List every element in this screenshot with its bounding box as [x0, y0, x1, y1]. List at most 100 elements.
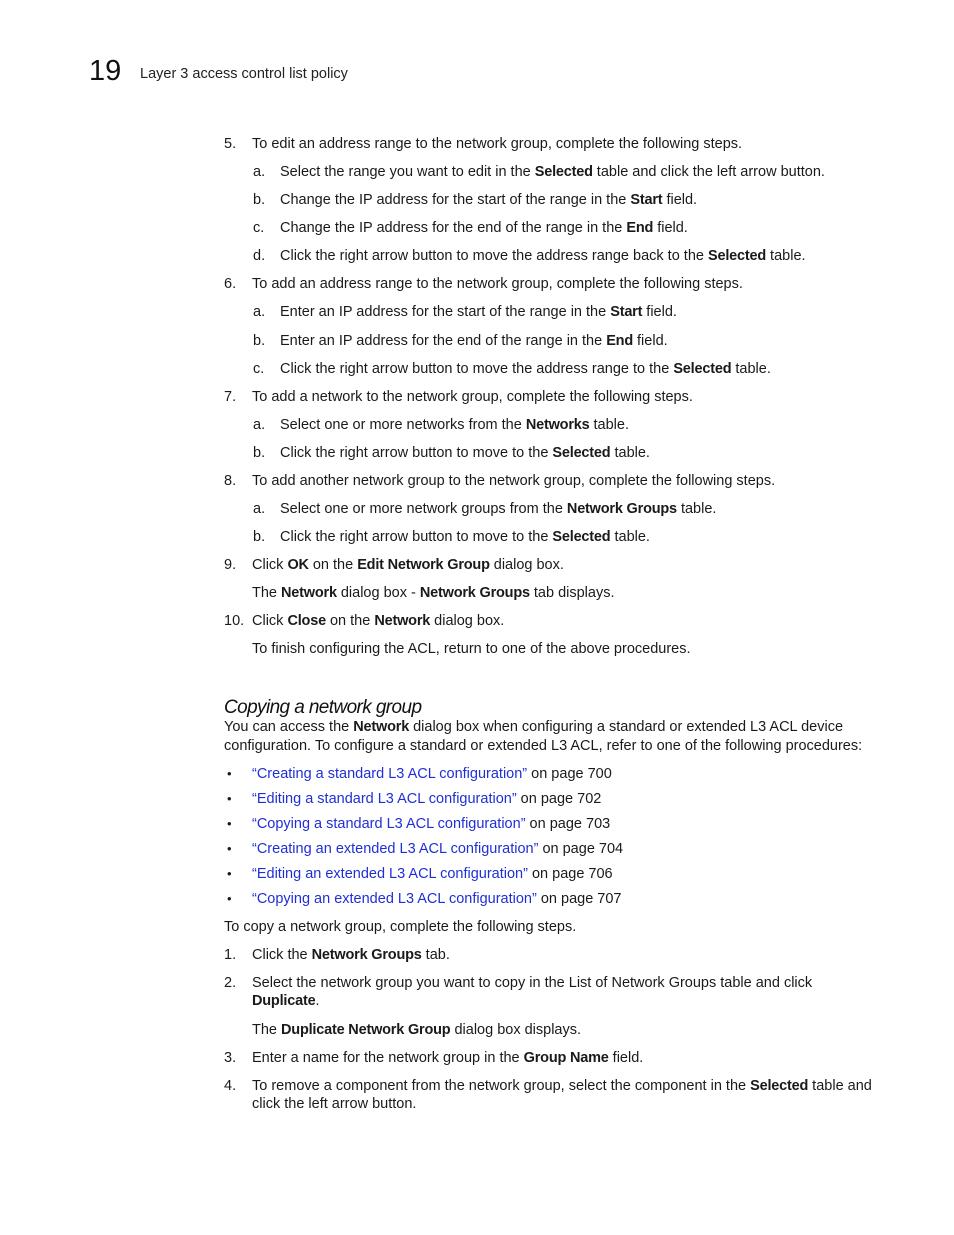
substep-letter: a.: [253, 304, 266, 320]
step-number: 7.: [224, 389, 237, 405]
cross-reference-link[interactable]: “Creating a standard L3 ACL configuratio…: [252, 766, 527, 782]
text-run: Enter a name for the network group in th…: [252, 1050, 524, 1066]
ui-term: Selected: [750, 1078, 809, 1094]
step-text: The Duplicate Network Group dialog box d…: [252, 1021, 581, 1039]
step-text: To add another network group to the netw…: [252, 472, 775, 490]
text-run: field.: [608, 1050, 644, 1066]
text-run: tab displays.: [529, 585, 615, 601]
bullet-icon: •: [227, 866, 232, 881]
text-run: field.: [633, 333, 668, 349]
text-run: on the: [325, 613, 375, 629]
cross-reference-link[interactable]: “Copying an extended L3 ACL configuratio…: [252, 891, 537, 907]
text-run: dialog box displays.: [450, 1022, 582, 1038]
ui-term: Close: [287, 613, 326, 629]
page-reference: on page 707: [536, 891, 622, 907]
step-text: Enter an IP address for the end of the r…: [280, 332, 668, 350]
intro-paragraph: You can access the Network dialog box wh…: [224, 718, 874, 756]
step-text: Click the right arrow button to move to …: [280, 528, 650, 546]
lead-paragraph: To copy a network group, complete the fo…: [224, 919, 577, 935]
substep-letter: c.: [253, 361, 265, 377]
step-number: 9.: [224, 557, 237, 573]
text-run: field.: [642, 304, 677, 320]
bullet-icon: •: [227, 791, 232, 806]
text-run: Enter an IP address for the end of the r…: [280, 333, 607, 349]
ui-term: Network: [281, 585, 337, 601]
step-text: Click Close on the Network dialog box.: [252, 612, 504, 630]
text-run: tab.: [421, 947, 450, 963]
step-number: 2.: [224, 975, 237, 991]
ui-term: Edit Network Group: [357, 557, 490, 573]
text-run: field.: [662, 192, 698, 208]
step-number: 10.: [224, 613, 245, 629]
substep-letter: b.: [253, 333, 266, 349]
step-text: Select one or more network groups from t…: [280, 500, 716, 518]
ui-term: Start: [610, 304, 643, 320]
page-reference: on page 706: [527, 866, 613, 882]
step-text: Click the right arrow button to move the…: [280, 247, 806, 265]
ui-term: Duplicate: [252, 993, 316, 1009]
list-item-text: “Editing an extended L3 ACL configuratio…: [252, 865, 613, 883]
text-run: Click the: [252, 947, 312, 963]
cross-reference-link[interactable]: “Editing a standard L3 ACL configuration…: [252, 791, 517, 807]
substep-letter: a.: [253, 164, 266, 180]
step-text: Click the Network Groups tab.: [252, 946, 450, 964]
text-run: table.: [676, 501, 717, 517]
page-reference: on page 702: [516, 791, 602, 807]
page-reference: on page 700: [527, 766, 612, 782]
step-text: Change the IP address for the start of t…: [280, 191, 697, 209]
text-run: table.: [766, 248, 806, 264]
cross-reference-link[interactable]: “Editing an extended L3 ACL configuratio…: [252, 866, 528, 882]
ui-term: Group Name: [523, 1050, 609, 1066]
text-run: field.: [653, 220, 688, 236]
ui-term: OK: [287, 557, 309, 573]
step-text: Enter a name for the network group in th…: [252, 1049, 643, 1067]
text-run: The: [252, 1022, 282, 1038]
text-run: To add another network group to the netw…: [252, 473, 776, 489]
text-run: Click the right arrow button to move to …: [280, 529, 553, 545]
ui-term: Network: [353, 719, 410, 735]
text-run: Select the range you want to edit in the: [280, 164, 535, 180]
substep-letter: b.: [253, 445, 266, 461]
step-number: 8.: [224, 473, 237, 489]
text-run: Enter an IP address for the start of the…: [280, 304, 611, 320]
text-run: table.: [731, 361, 771, 377]
ui-term: Networks: [525, 417, 590, 433]
text-run: dialog box.: [489, 557, 564, 573]
ui-term: Selected: [552, 445, 611, 461]
text-run: Select one or more network groups from t…: [280, 501, 567, 517]
cross-reference-link[interactable]: “Copying a standard L3 ACL configuration…: [252, 816, 526, 832]
ui-term: End: [626, 220, 654, 236]
ui-term: Start: [630, 192, 663, 208]
substep-letter: c.: [253, 220, 265, 236]
substep-letter: a.: [253, 501, 266, 517]
step-text: Enter an IP address for the start of the…: [280, 303, 677, 321]
substep-letter: b.: [253, 192, 266, 208]
text-run: dialog box -: [336, 585, 420, 601]
text-run: table.: [610, 445, 650, 461]
step-text: Click OK on the Edit Network Group dialo…: [252, 556, 564, 574]
step-text: To edit an address range to the network …: [252, 135, 742, 153]
ui-term: Network: [374, 613, 431, 629]
step-text: The Network dialog box - Network Groups …: [252, 584, 615, 602]
step-number: 3.: [224, 1050, 237, 1066]
text-run: Click: [252, 557, 288, 573]
list-item-text: “Copying a standard L3 ACL configuration…: [252, 815, 610, 833]
list-item-text: “Creating an extended L3 ACL configurati…: [252, 840, 623, 858]
ui-term: Selected: [707, 248, 767, 264]
step-text: To add a network to the network group, c…: [252, 388, 693, 406]
text-run: To add an address range to the network g…: [252, 276, 743, 292]
ui-term: Network Groups: [419, 585, 530, 601]
step-text: Change the IP address for the end of the…: [280, 219, 688, 237]
ui-term: Selected: [552, 529, 611, 545]
cross-reference-link[interactable]: “Creating an extended L3 ACL configurati…: [252, 841, 538, 857]
text-run: table.: [589, 417, 629, 433]
ui-term: Network Groups: [311, 947, 422, 963]
text-run: The: [252, 585, 282, 601]
section-heading: Copying a network group: [224, 696, 422, 718]
page-reference: on page 703: [525, 816, 611, 832]
text-run: on the: [308, 557, 358, 573]
substep-letter: a.: [253, 417, 266, 433]
step-text: To add an address range to the network g…: [252, 275, 743, 293]
page-reference: on page 704: [538, 841, 624, 857]
substep-letter: d.: [253, 248, 266, 264]
